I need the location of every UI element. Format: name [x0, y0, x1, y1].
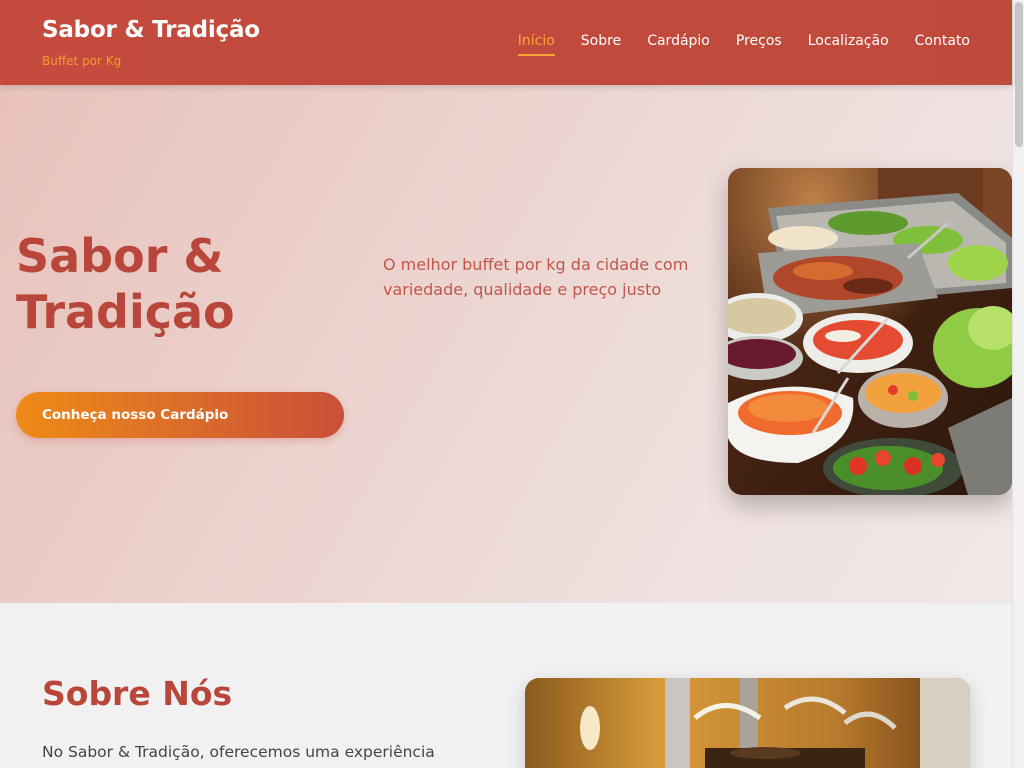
nav-item-cardapio[interactable]: Cardápio: [647, 33, 710, 53]
nav-item-inicio[interactable]: Início: [517, 33, 555, 56]
scrollbar-thumb[interactable]: [1015, 2, 1023, 147]
menu-cta-button[interactable]: Conheça nosso Cardápio: [16, 392, 344, 438]
hero-title: Sabor & Tradição: [16, 229, 235, 339]
nav-item-precos[interactable]: Preços: [736, 33, 782, 53]
hero-description: O melhor buffet por kg da cidade com var…: [383, 255, 689, 299]
about-text: No Sabor & Tradição, oferecemos uma expe…: [42, 743, 435, 761]
page-scrollbar[interactable]: [1012, 0, 1024, 768]
buffet-counter-photo: [525, 678, 970, 768]
main-nav: Início Sobre Cardápio Preços Localização…: [492, 33, 970, 56]
buffet-salad-photo: [728, 168, 1012, 495]
nav-item-contato[interactable]: Contato: [915, 33, 970, 53]
hero-section: Sabor & Tradição O melhor buffet por kg …: [0, 85, 1012, 603]
site-header: Sabor & Tradição Buffet por Kg Início So…: [0, 0, 1012, 85]
nav-item-sobre[interactable]: Sobre: [581, 33, 621, 53]
brand-subtitle: Buffet por Kg: [42, 54, 122, 68]
nav-item-localizacao[interactable]: Localização: [808, 33, 889, 53]
brand-title[interactable]: Sabor & Tradição: [42, 17, 260, 43]
about-title: Sobre Nós: [42, 674, 233, 713]
